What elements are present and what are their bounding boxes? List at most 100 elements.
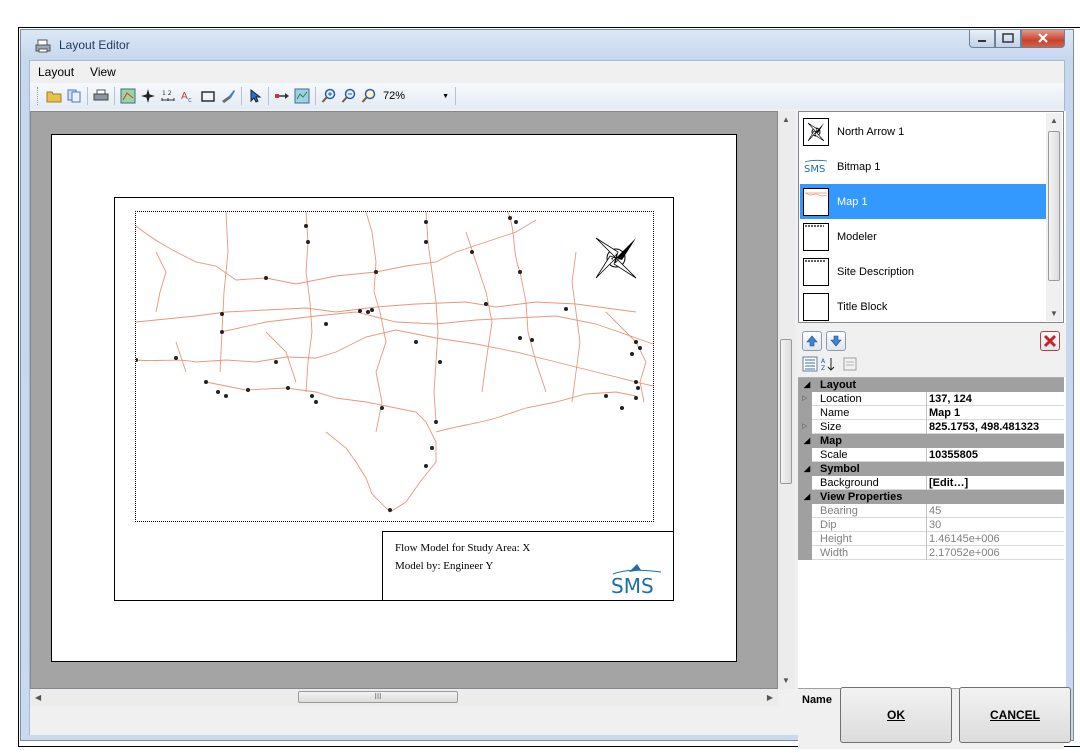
list-item-map[interactable]: Map 1 [800, 184, 1048, 219]
connector-icon[interactable] [274, 88, 290, 104]
category-map[interactable]: ◢ Map [798, 434, 1064, 448]
svg-text:A: A [181, 91, 188, 102]
window-title: Layout Editor [59, 38, 130, 52]
property-value[interactable]: 45 [929, 504, 941, 518]
zoom-out-icon[interactable] [341, 88, 357, 104]
zoom-extents-icon[interactable] [361, 88, 377, 104]
property-value[interactable]: 137, 124 [929, 392, 972, 406]
collapse-icon[interactable]: ◢ [804, 378, 810, 392]
canvas-horizontal-scrollbar[interactable]: ◀ III ▶ [30, 689, 778, 706]
open-folder-icon[interactable] [46, 88, 62, 104]
scroll-up-icon[interactable]: ▲ [782, 115, 790, 124]
property-height[interactable]: Height 1.46145e+006 [798, 532, 1064, 546]
property-value[interactable]: 825.1753, 498.481323 [929, 420, 1039, 434]
categorized-view-icon[interactable] [802, 356, 818, 372]
property-scale[interactable]: Scale 10355805 [798, 448, 1064, 462]
property-value[interactable]: 1.46145e+006 [929, 532, 1000, 546]
list-item-label: Bitmap 1 [837, 160, 881, 173]
insert-map-icon[interactable] [120, 88, 136, 104]
element-list[interactable]: North Arrow 1 SMS Bitmap 1 Map 1 Modeler… [798, 111, 1064, 323]
property-value[interactable]: Map 1 [929, 406, 960, 420]
collapse-icon[interactable]: ◢ [804, 490, 810, 504]
canvas-vertical-scroll-thumb[interactable] [780, 339, 792, 484]
copy-icon[interactable] [66, 88, 82, 104]
title-block-line-1: Flow Model for Study Area: X [395, 542, 531, 554]
property-value[interactable]: 10355805 [929, 448, 978, 462]
property-dip[interactable]: Dip 30 [798, 518, 1064, 532]
list-item-title-block[interactable]: Title Block [800, 289, 1048, 322]
rectangle-icon[interactable] [200, 88, 216, 104]
brush-icon[interactable] [220, 88, 236, 104]
category-view-properties[interactable]: ◢ View Properties [798, 490, 1064, 504]
layout-canvas[interactable]: N Flow Model for Study Area: X Model by:… [30, 111, 778, 689]
cancel-button[interactable]: CANCEL [959, 687, 1071, 743]
svg-text:c: c [188, 96, 192, 104]
north-arrow-thumbnail-icon [803, 117, 829, 146]
alphabetical-sort-icon[interactable]: AZ [820, 356, 836, 372]
arrow-down-icon [830, 335, 842, 347]
property-bearing[interactable]: Bearing 45 [798, 504, 1064, 518]
title-block-element[interactable]: Flow Model for Study Area: X Model by: E… [382, 531, 674, 601]
scale-icon[interactable]: 1 2 [160, 88, 176, 104]
minimize-button[interactable] [969, 30, 995, 48]
list-item-site-description[interactable]: Site Description [800, 254, 1048, 289]
canvas-vertical-scrollbar[interactable]: ▲ ▼ [778, 111, 795, 689]
scroll-down-icon[interactable]: ▼ [782, 676, 790, 685]
north-arrow-icon[interactable]: N [586, 228, 646, 288]
property-value[interactable]: 30 [929, 518, 941, 532]
printer-icon [35, 39, 51, 53]
list-item-modeler[interactable]: Modeler [800, 219, 1048, 254]
list-scrollbar[interactable]: ▲ ▼ [1046, 113, 1062, 321]
property-pages-icon[interactable] [842, 356, 858, 372]
property-width[interactable]: Width 2.17052e+006 [798, 546, 1064, 560]
property-value[interactable]: 2.17052e+006 [929, 546, 1000, 560]
print-icon[interactable] [93, 88, 109, 104]
close-button[interactable] [1021, 30, 1065, 48]
map-element[interactable]: N [135, 211, 654, 522]
scroll-right-icon[interactable]: ▶ [767, 693, 773, 702]
property-location[interactable]: ▷ Location 137, 124 [798, 392, 1064, 406]
north-arrow-tool-icon[interactable] [140, 88, 156, 104]
title-bar[interactable]: Layout Editor [21, 30, 1073, 58]
menu-layout[interactable]: Layout [38, 65, 74, 79]
toolbar-grip[interactable] [37, 87, 41, 105]
property-size[interactable]: ▷ Size 825.1753, 498.481323 [798, 420, 1064, 434]
move-up-button[interactable] [802, 331, 822, 351]
property-name[interactable]: Name Map 1 [798, 406, 1064, 420]
svg-text:SMS: SMS [804, 164, 825, 175]
expand-icon[interactable]: ▷ [802, 422, 807, 430]
page-border: N Flow Model for Study Area: X Model by:… [114, 197, 674, 601]
list-scroll-thumb[interactable] [1048, 131, 1060, 281]
select-pointer-icon[interactable] [247, 88, 263, 104]
list-item-bitmap[interactable]: SMS Bitmap 1 [800, 149, 1048, 184]
delete-icon [1043, 334, 1057, 348]
expand-icon[interactable]: ▷ [802, 394, 807, 402]
close-icon [1038, 33, 1048, 43]
list-item-label: Site Description [837, 265, 915, 278]
maximize-button[interactable] [995, 30, 1021, 48]
move-down-button[interactable] [826, 331, 846, 351]
map-drawing [136, 212, 653, 513]
ok-button[interactable]: OK [840, 687, 952, 743]
category-layout[interactable]: ◢ Layout [798, 378, 1064, 392]
description-title: Name [802, 694, 832, 706]
arrow-up-icon [806, 335, 818, 347]
list-item-north-arrow[interactable]: North Arrow 1 [800, 114, 1048, 149]
property-value[interactable]: [Edit…] [929, 476, 968, 490]
sms-logo-icon[interactable]: SMS [609, 560, 665, 596]
menu-view[interactable]: View [90, 65, 116, 79]
text-tool-icon[interactable]: Ac [180, 88, 196, 104]
category-symbol[interactable]: ◢ Symbol [798, 462, 1064, 476]
scroll-up-icon[interactable]: ▲ [1050, 116, 1058, 125]
zoom-select[interactable]: 72% ▼ [383, 90, 449, 102]
scroll-left-icon[interactable]: ◀ [35, 693, 41, 702]
map-view-icon[interactable] [294, 88, 310, 104]
property-background[interactable]: Background [Edit…] [798, 476, 1064, 490]
scroll-down-icon[interactable]: ▼ [1050, 309, 1058, 318]
canvas-horizontal-scroll-thumb[interactable]: III [298, 691, 458, 703]
collapse-icon[interactable]: ◢ [804, 434, 810, 448]
collapse-icon[interactable]: ◢ [804, 462, 810, 476]
menu-bar: Layout View [30, 61, 1064, 83]
delete-button[interactable] [1040, 331, 1060, 351]
zoom-in-icon[interactable] [321, 88, 337, 104]
